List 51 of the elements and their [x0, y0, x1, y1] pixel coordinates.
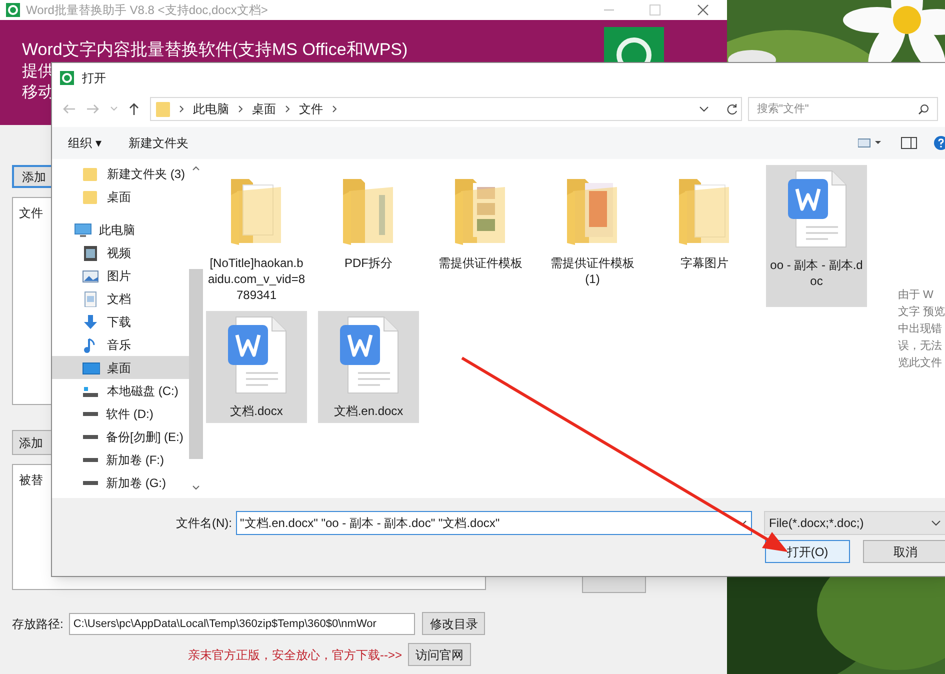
filename-field[interactable]: "文档.en.docx" "oo - 副本 - 副本.doc" "文档.docx" — [236, 511, 752, 535]
breadcrumb[interactable]: 此电脑 — [193, 100, 229, 118]
nav-item[interactable]: 文档 — [52, 287, 189, 310]
nav-item[interactable]: 软件 (D:) — [52, 402, 189, 425]
change-directory-button[interactable]: 修改目录 — [422, 612, 486, 635]
nav-item[interactable]: 此电脑 — [52, 218, 189, 241]
nav-item[interactable]: 桌面 — [52, 356, 189, 379]
nav-item[interactable]: 音乐 — [52, 333, 189, 356]
filename-label: 文件名(N): — [176, 515, 232, 532]
save-path-field[interactable]: C:\Users\pc\AppData\Local\Temp\360zip$Temp\360$0\nmWor — [69, 612, 416, 634]
filename-input[interactable]: "文档.en.docx" "oo - 副本 - 副本.doc" "文档.docx" — [240, 514, 737, 532]
file-item[interactable]: [NoTitle]haokan.baidu.com_v_vid=8789341 — [206, 165, 307, 307]
nav-item[interactable]: 视频 — [52, 241, 189, 264]
file-item[interactable]: 需提供证件模板 (1) — [542, 165, 643, 307]
nav-item[interactable]: 图片 — [52, 264, 189, 287]
nav-item[interactable]: 下载 — [52, 310, 189, 333]
column-header: 文件 — [19, 206, 43, 220]
window-title: Word批量替换助手 V8.8 <支持doc,docx文档> — [26, 2, 268, 19]
save-path-label: 存放路径: — [12, 616, 64, 632]
file-item[interactable]: oo - 副本 - 副本.doc — [766, 165, 867, 307]
breadcrumb[interactable]: 文件 — [299, 100, 323, 118]
nav-item[interactable]: 本地磁盘 (C:) — [52, 379, 189, 402]
cancel-button[interactable]: 取消 — [863, 540, 945, 563]
preview-message: 中出现错 — [898, 322, 943, 337]
preview-message: 由于 W — [898, 288, 934, 303]
file-item[interactable]: PDF拆分 — [318, 165, 419, 307]
nav-item[interactable]: 备份[勿删] (E:) — [52, 425, 189, 448]
breadcrumb[interactable]: 桌面 — [252, 100, 276, 118]
banner-text: Word文字内容批量替换软件(支持MS Office和WPS) — [22, 40, 408, 60]
preview-message: 文字 预览 — [898, 304, 945, 320]
column-header: 被替 — [19, 472, 43, 489]
dialog-title: 打开 — [82, 70, 106, 87]
nav-item[interactable]: 新加卷 (F:) — [52, 448, 189, 471]
file-item[interactable]: 文档.en.docx — [318, 311, 419, 423]
visit-site-button[interactable]: 访问官网 — [408, 643, 472, 666]
new-folder-button[interactable]: 新建文件夹 — [128, 134, 188, 152]
nav-item[interactable]: 新建文件夹 (3) — [52, 162, 189, 185]
file-type-dropdown[interactable]: File(*.docx;*.doc;) — [764, 511, 945, 535]
promo-text: 亲末官方正版，安全放心，官方下载-->> — [188, 646, 402, 664]
file-item[interactable]: 字幕图片 — [654, 165, 755, 307]
nav-item[interactable]: 新加卷 (G:) — [52, 471, 189, 494]
preview-message: 览此文件 — [898, 356, 943, 371]
organize-menu[interactable]: 组织 ▾ — [68, 134, 102, 152]
address-bar[interactable]: 此电脑 桌面 文件 — [150, 97, 742, 121]
nav-item[interactable]: 桌面 — [52, 185, 189, 208]
preview-message: 误，无法 — [898, 339, 943, 354]
open-button[interactable]: 打开(O) — [765, 540, 850, 563]
search-field[interactable]: 搜索"文件" — [748, 97, 938, 121]
file-item[interactable]: 文档.docx — [206, 311, 307, 423]
search-input[interactable]: 搜索"文件" — [757, 100, 918, 118]
file-item[interactable]: 需提供证件模板 — [430, 165, 531, 307]
